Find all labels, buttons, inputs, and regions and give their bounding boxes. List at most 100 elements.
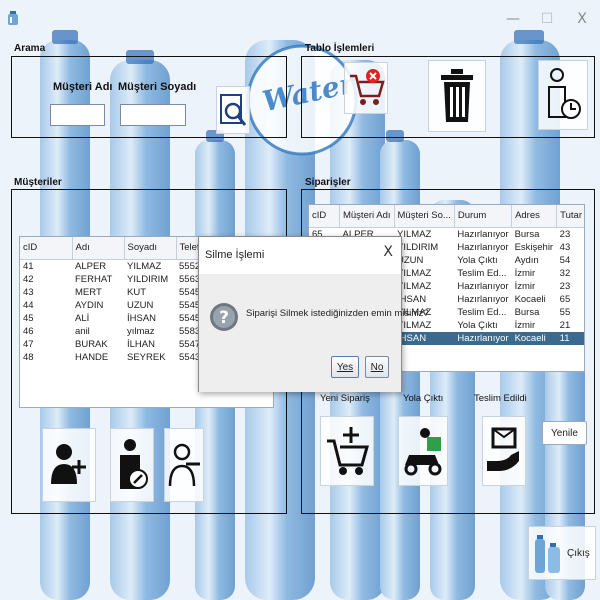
refresh-button[interactable]: Yenile [542, 421, 587, 445]
table-cell: UZUN [397, 254, 424, 266]
search-icon [220, 94, 247, 126]
table-cell: İzmir [514, 280, 536, 292]
delivered-box-icon [487, 427, 519, 471]
dialog-title: Silme İşlemi [205, 249, 265, 261]
table-cell: ALPER [75, 260, 107, 272]
column-header[interactable]: Adres [511, 205, 558, 228]
user-clock-button[interactable] [538, 60, 588, 130]
table-cell: Hazırlanıyor [457, 241, 509, 253]
table-cell: YILMAZ [397, 319, 432, 331]
add-user-icon [51, 444, 86, 484]
table-cell: 23 [559, 280, 571, 292]
column-header[interactable]: cID [309, 205, 340, 228]
table-cell: 43 [23, 286, 34, 298]
table-cell: Hazırlanıyor [457, 228, 509, 240]
table-cell: 45 [23, 312, 34, 324]
add-customer-button[interactable] [42, 428, 96, 502]
table-cell: YILMAZ [397, 228, 432, 240]
delete-confirm-dialog: Silme İşlemi X ? Siparişi Silmek istediğ… [198, 236, 429, 392]
table-cell: YILMAZ [397, 267, 432, 279]
yes-button[interactable]: Yes [331, 356, 359, 378]
table-cell: İLHAN [127, 338, 155, 350]
table-cell: MERT [75, 286, 102, 298]
table-cell: 46 [23, 325, 34, 337]
user-clock-icon [548, 68, 581, 119]
table-cell: YILMAZ [397, 280, 432, 292]
dialog-body: ? Siparişi Silmek istediğinizden emin mi… [199, 274, 429, 392]
new-order-button[interactable] [320, 416, 374, 486]
column-header[interactable]: cID [20, 237, 73, 260]
table-cell: BURAK [75, 338, 108, 350]
delivery-scooter-icon [404, 428, 442, 476]
table-cell: FERHAT [75, 273, 113, 285]
delete-cart-button[interactable] [344, 62, 388, 114]
table-cell: 65 [559, 293, 571, 305]
first-name-input[interactable] [50, 104, 105, 126]
table-cell: Hazırlanıyor [457, 293, 509, 305]
no-button[interactable]: No [365, 356, 389, 378]
table-cell: 48 [23, 351, 34, 363]
table-cell: 32 [559, 267, 571, 279]
title-bar: — ☐ X [0, 0, 600, 36]
column-header[interactable]: Tutar [556, 205, 584, 228]
table-cell: KUT [127, 286, 146, 298]
delivered-button[interactable] [482, 416, 526, 486]
table-cell: Eskişehir [514, 241, 554, 253]
table-cell: Hazırlanıyor [457, 280, 509, 292]
table-cell: anil [75, 325, 90, 337]
table-cell: ALİ [75, 312, 90, 324]
table-cell: 55 [559, 306, 571, 318]
on-the-way-button[interactable] [398, 416, 448, 486]
table-cell: Hazırlanıyor [454, 331, 512, 345]
orders-table-header: cID Müşteri Adı Müşteri So... Durum Adre… [309, 205, 584, 228]
table-cell: 23 [559, 228, 571, 240]
trash-button[interactable] [428, 60, 486, 132]
edit-customer-button[interactable] [110, 428, 154, 502]
add-cart-icon [327, 427, 369, 475]
table-cell: 42 [23, 273, 34, 285]
new-order-label: Yeni Sipariş [320, 393, 370, 404]
last-name-label: Müşteri Soyadı [118, 81, 197, 93]
search-button[interactable] [216, 86, 250, 134]
delivered-label: Teslim Edildi [474, 393, 527, 404]
table-cell: AYDIN [75, 299, 104, 311]
column-header[interactable]: Müşteri So... [394, 205, 455, 228]
column-header[interactable]: Soyadı [124, 237, 177, 260]
orders-panel-title: Siparişler [305, 177, 351, 188]
remove-user-icon [168, 443, 200, 487]
table-cell: HANDE [75, 351, 109, 363]
table-cell: İzmir [514, 319, 536, 331]
table-cell: İzmir [514, 267, 536, 279]
exit-button[interactable]: Çıkış [528, 526, 596, 580]
question-icon: ? [210, 303, 238, 331]
table-cell: Bursa [514, 306, 540, 318]
table-cell: UZUN [127, 299, 154, 311]
table-cell: Teslim Ed... [457, 306, 507, 318]
exit-label: Çıkış [567, 547, 590, 559]
maximize-button[interactable]: ☐ [530, 6, 564, 32]
last-name-input[interactable] [120, 104, 186, 126]
close-button[interactable]: X [565, 6, 599, 32]
column-header[interactable]: Durum [454, 205, 513, 228]
table-cell: 47 [23, 338, 34, 350]
column-header[interactable]: Müşteri Adı [339, 205, 395, 228]
water-bottles-icon [535, 535, 560, 573]
search-panel-title: Arama [14, 43, 46, 54]
table-cell: İHSAN [127, 312, 157, 324]
app-icon [8, 11, 18, 25]
table-cell: 41 [23, 260, 34, 272]
table-cell: Yola Çıktı [457, 254, 498, 266]
table-cell: 44 [23, 299, 34, 311]
table-cell: İHSAN [397, 293, 427, 305]
remove-customer-button[interactable] [164, 428, 204, 502]
svg-text:?: ? [219, 308, 229, 328]
table-cell: 54 [559, 254, 571, 266]
column-header[interactable]: Adı [72, 237, 125, 260]
table-cell: 21 [559, 319, 571, 331]
table-cell: YILMAZ [127, 260, 162, 272]
table-cell: YILDIRIM [127, 273, 169, 285]
table-cell: 43 [559, 241, 571, 253]
table-cell: yılmaz [127, 325, 155, 337]
minimize-button[interactable]: — [496, 6, 530, 32]
dialog-close-button[interactable]: X [383, 244, 393, 260]
